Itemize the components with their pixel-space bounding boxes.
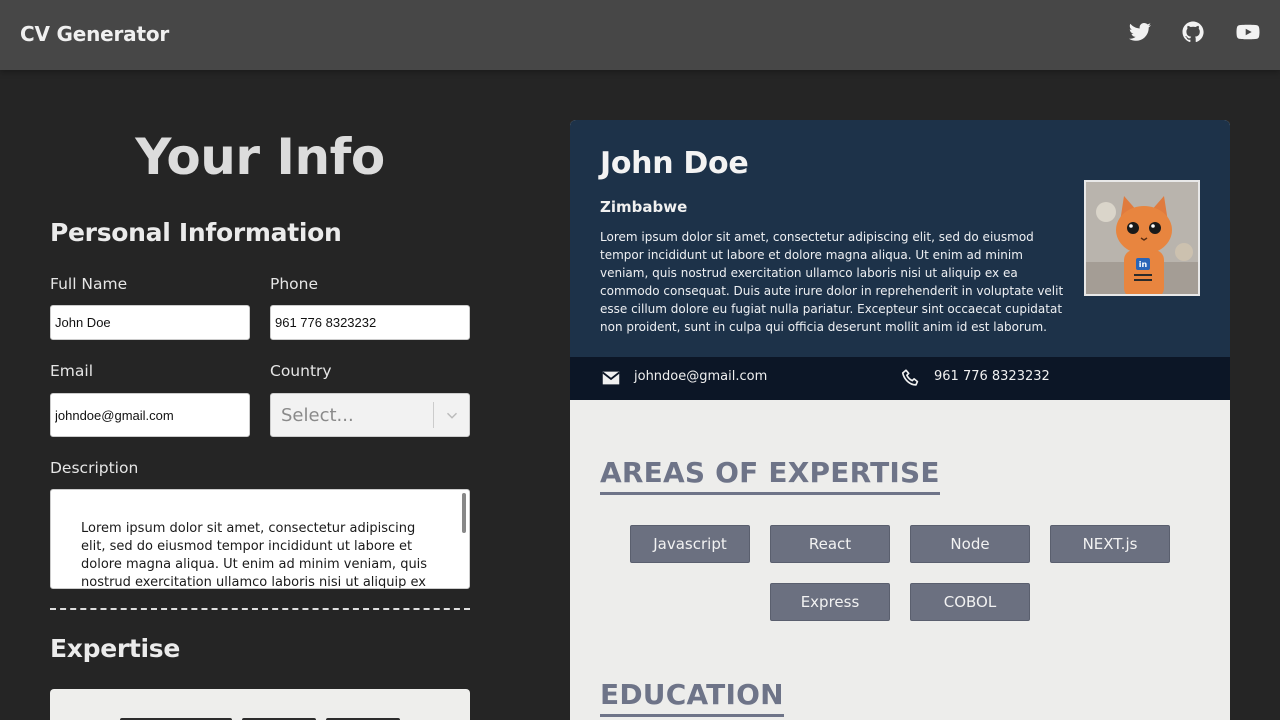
cv-contact-bar: johndoe@gmail.com 961 776 8323232 xyxy=(570,357,1230,400)
phone-icon xyxy=(901,369,919,386)
expertise-title: Expertise xyxy=(50,634,181,663)
skill-chip: React xyxy=(770,525,890,563)
phone-input[interactable] xyxy=(270,305,470,340)
youtube-icon xyxy=(1236,24,1260,40)
profile-photo: in xyxy=(1084,180,1200,296)
cv-phone: 961 776 8323232 xyxy=(934,369,1050,384)
cv-name: John Doe xyxy=(600,146,749,181)
form-heading: Your Info xyxy=(135,128,385,186)
section-divider xyxy=(50,608,470,610)
description-textarea[interactable]: Lorem ipsum dolor sit amet, consectetur … xyxy=(50,489,470,589)
top-bar: CV Generator xyxy=(0,0,1280,70)
education-title: EDUCATION xyxy=(600,678,784,717)
full-name-input[interactable] xyxy=(50,305,250,340)
cv-description: Lorem ipsum dolor sit amet, consectetur … xyxy=(600,230,1064,334)
github-link[interactable] xyxy=(1180,19,1206,45)
skill-chip: COBOL xyxy=(910,583,1030,621)
country-select-placeholder: Select... xyxy=(281,405,354,426)
skill-chip: Node xyxy=(910,525,1030,563)
youtube-link[interactable] xyxy=(1235,19,1261,45)
twitter-link[interactable] xyxy=(1127,19,1153,45)
badge-text: in xyxy=(1139,260,1148,269)
description-scrollbar[interactable] xyxy=(462,493,466,533)
phone-label: Phone xyxy=(270,275,319,293)
cv-header: John Doe Zimbabwe Lorem ipsum dolor sit … xyxy=(570,120,1230,357)
github-icon xyxy=(1182,21,1204,43)
description-text: Lorem ipsum dolor sit amet, consectetur … xyxy=(81,521,428,589)
expertise-panel xyxy=(50,689,470,720)
description-label: Description xyxy=(50,459,139,477)
cv-country: Zimbabwe xyxy=(600,198,688,216)
app-title: CV Generator xyxy=(20,22,170,46)
cv-email: johndoe@gmail.com xyxy=(634,369,768,384)
personal-info-title: Personal Information xyxy=(50,218,342,247)
cat-avatar-image: in xyxy=(1086,182,1198,294)
skill-chip: NEXT.js xyxy=(1050,525,1170,563)
select-separator xyxy=(433,402,434,428)
skill-chip: Javascript xyxy=(630,525,750,563)
country-label: Country xyxy=(270,362,332,380)
skill-chip: Express xyxy=(770,583,890,621)
twitter-icon xyxy=(1129,23,1151,41)
email-input[interactable] xyxy=(50,393,250,437)
cv-preview: John Doe Zimbabwe Lorem ipsum dolor sit … xyxy=(570,120,1230,720)
full-name-label: Full Name xyxy=(50,275,128,293)
country-select[interactable]: Select... xyxy=(270,393,470,437)
areas-of-expertise-title: AREAS OF EXPERTISE xyxy=(600,456,940,495)
email-label: Email xyxy=(50,362,94,380)
chevron-down-icon[interactable] xyxy=(443,406,461,424)
email-icon xyxy=(602,371,620,385)
